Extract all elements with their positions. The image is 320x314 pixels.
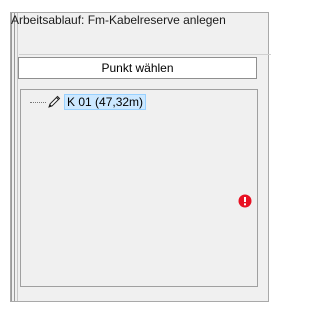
dock-grip-handle[interactable]: [11, 13, 18, 301]
segment-tree[interactable]: K 01 (47,32m): [20, 89, 258, 287]
error-icon[interactable]: [238, 194, 252, 208]
header-separator: [19, 54, 271, 55]
tree-node[interactable]: K 01 (47,32m): [30, 94, 147, 110]
select-point-button[interactable]: Punkt wählen: [18, 57, 257, 79]
workflow-title: Arbeitsablauf: Fm-Kabelreserve anlegen: [11, 13, 226, 27]
pencil-icon: [46, 94, 62, 110]
tree-connector-line: [30, 101, 46, 104]
tree-node-label[interactable]: K 01 (47,32m): [64, 94, 147, 110]
